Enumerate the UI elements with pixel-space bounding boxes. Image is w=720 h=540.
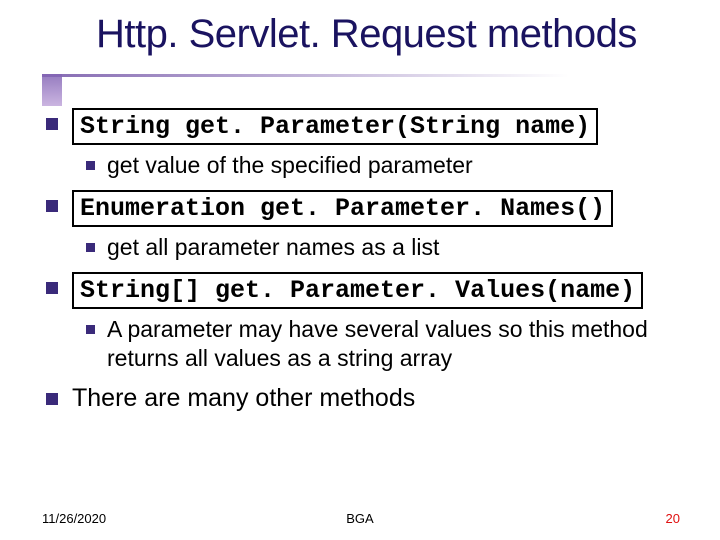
slide-body: String get. Parameter(String name) get v… <box>46 108 686 420</box>
square-bullet-icon <box>46 282 58 294</box>
code-signature-1: String get. Parameter(String name) <box>72 108 598 145</box>
slide-title: Http. Servlet. Request methods <box>96 12 637 57</box>
square-bullet-icon <box>46 118 58 130</box>
sub-text-2: get all parameter names as a list <box>107 233 439 262</box>
sub-bullet-2: get all parameter names as a list <box>86 233 686 262</box>
bullet-item-2: Enumeration get. Parameter. Names() <box>46 190 686 227</box>
bullet-item-4: There are many other methods <box>46 383 686 414</box>
sub-bullet-3: A parameter may have several values so t… <box>86 315 686 373</box>
footer-page-number: 20 <box>666 511 680 526</box>
sub-text-3: A parameter may have several values so t… <box>107 315 686 373</box>
bullet-item-1: String get. Parameter(String name) <box>46 108 686 145</box>
plain-text-4: There are many other methods <box>72 383 415 414</box>
square-bullet-icon <box>46 393 58 405</box>
square-bullet-icon <box>86 325 95 334</box>
code-signature-3: String[] get. Parameter. Values(name) <box>72 272 643 309</box>
square-bullet-icon <box>86 243 95 252</box>
square-bullet-icon <box>86 161 95 170</box>
sub-bullet-1: get value of the specified parameter <box>86 151 686 180</box>
code-signature-2: Enumeration get. Parameter. Names() <box>72 190 613 227</box>
square-bullet-icon <box>46 200 58 212</box>
title-accent-bar <box>42 74 62 106</box>
footer-author: BGA <box>0 511 720 526</box>
sub-text-1: get value of the specified parameter <box>107 151 473 180</box>
bullet-item-3: String[] get. Parameter. Values(name) <box>46 272 686 309</box>
title-underline <box>42 74 662 77</box>
